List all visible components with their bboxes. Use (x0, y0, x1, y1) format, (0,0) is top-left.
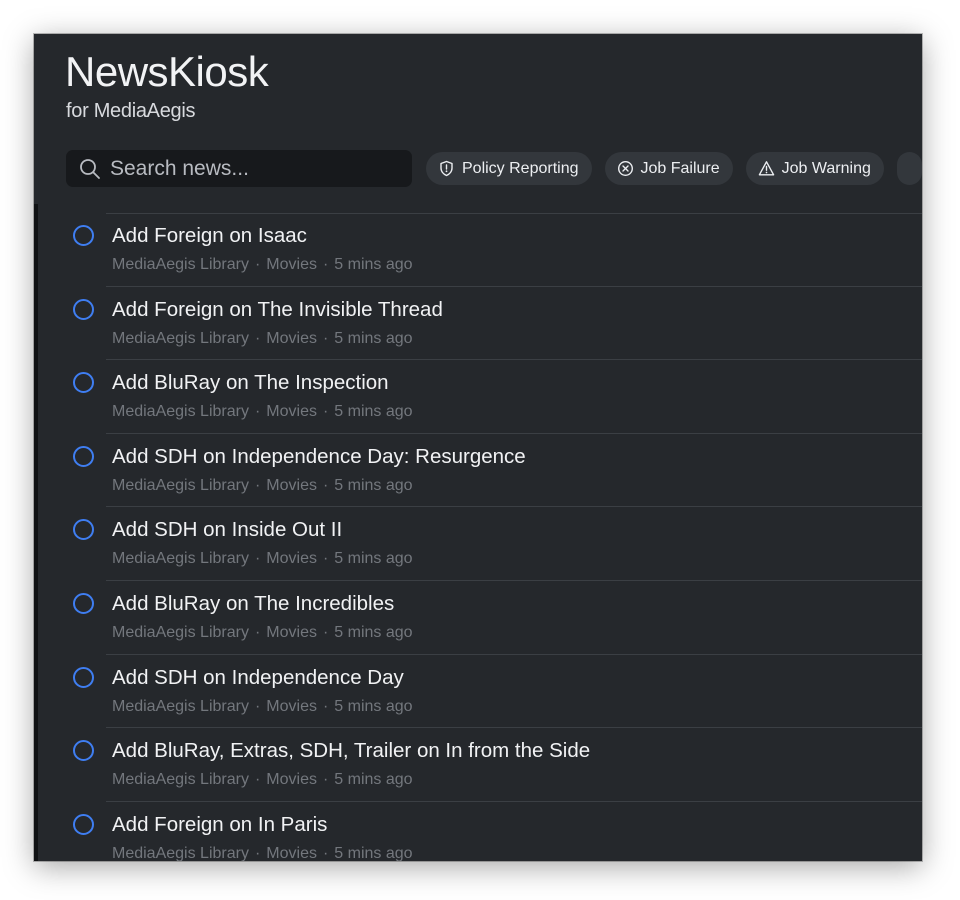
filter-chip-job-warning[interactable]: Job Warning (745, 152, 884, 185)
filter-chip-label: Job Warning (781, 159, 871, 177)
news-item[interactable]: Add SDH on Independence Day MediaAegis L… (73, 655, 922, 729)
filter-chip-label: Job Failure (640, 159, 720, 177)
app-subtitle: for MediaAegis (66, 100, 196, 122)
circle-x-icon (617, 160, 633, 177)
search-box[interactable] (66, 150, 412, 187)
news-item-title: Add SDH on Independence Day: Resurgence (112, 444, 526, 468)
news-item-time: 5 mins ago (334, 476, 413, 494)
news-item-category: Movies (266, 329, 317, 347)
news-item[interactable]: Add Foreign on The Invisible Thread Medi… (73, 287, 922, 361)
news-item-title: Add BluRay on The Incredibles (112, 591, 395, 615)
news-item[interactable]: Add Foreign on Isaac MediaAegis Library ·… (73, 213, 922, 287)
news-item-category: Movies (266, 844, 317, 861)
news-item-title: Add Foreign on Isaac (112, 224, 307, 247)
news-item[interactable]: Add SDH on Inside Out II MediaAegis Libr… (73, 507, 922, 581)
search-icon (80, 158, 100, 179)
news-item-time: 5 mins ago (334, 623, 413, 641)
news-item-source: MediaAegis Library (112, 329, 249, 347)
shield-alert-icon (440, 160, 453, 177)
list-item-partial (106, 204, 922, 214)
app-title: NewsKiosk (65, 48, 269, 95)
news-item-source: MediaAegis Library (112, 771, 249, 789)
news-item-category: Movies (266, 256, 317, 273)
news-item-time: 5 mins ago (334, 771, 413, 789)
news-item-time: 5 mins ago (334, 403, 413, 421)
news-item-category: Movies (266, 623, 317, 641)
news-item-meta: MediaAegis Library · Movies · 5 mins ago (112, 844, 413, 861)
news-item-time: 5 mins ago (334, 550, 413, 568)
news-item-category: Movies (266, 550, 317, 568)
news-item-source: MediaAegis Library (112, 623, 249, 641)
warning-triangle-icon (758, 161, 774, 176)
news-item-source: MediaAegis Library (112, 256, 249, 273)
news-item-time: 5 mins ago (334, 329, 413, 347)
news-item-source: MediaAegis Library (112, 550, 249, 568)
unread-indicator-icon[interactable] (73, 372, 94, 394)
unread-indicator-icon[interactable] (73, 519, 94, 541)
filter-chips: Policy Reporting Job Failure Job Warning (426, 152, 922, 185)
filter-chip-policy-reporting[interactable]: Policy Reporting (426, 152, 592, 185)
news-item-time: 5 mins ago (334, 697, 413, 715)
search-input[interactable] (110, 156, 400, 181)
news-item-category: Movies (266, 403, 317, 421)
news-item-category: Movies (266, 697, 317, 715)
filter-chip-label: Policy Reporting (462, 159, 579, 177)
news-item-title: Add SDH on Inside Out II (112, 518, 343, 542)
news-item-meta: MediaAegis Library · Movies · 5 mins ago (112, 697, 413, 715)
news-item[interactable]: Add BluRay on The Inspection MediaAegis … (73, 360, 922, 434)
news-item[interactable]: Add BluRay on The Incredibles MediaAegis… (73, 581, 922, 655)
news-item-meta: MediaAegis Library · Movies · 5 mins ago (112, 403, 413, 421)
news-item[interactable]: Add Foreign on In Paris MediaAegis Libra… (73, 802, 922, 861)
unread-indicator-icon[interactable] (73, 298, 94, 320)
news-item-title: Add Foreign on The Invisible Thread (112, 297, 443, 321)
news-item-title: Add BluRay on The Inspection (112, 371, 389, 395)
news-item-title: Add Foreign on In Paris (112, 812, 328, 836)
filter-chip-job-failure[interactable]: Job Failure (604, 152, 733, 185)
news-item-category: Movies (266, 476, 317, 494)
news-item-source: MediaAegis Library (112, 844, 249, 861)
news-item-meta: MediaAegis Library · Movies · 5 mins ago (112, 329, 413, 347)
news-item-meta: MediaAegis Library · Movies · 5 mins ago (112, 256, 413, 273)
unread-indicator-icon[interactable] (73, 740, 94, 762)
news-item-time: 5 mins ago (334, 256, 413, 273)
unread-indicator-icon[interactable] (73, 445, 94, 467)
news-item-source: MediaAegis Library (112, 697, 249, 715)
unread-indicator-icon[interactable] (73, 813, 94, 835)
news-item-meta: MediaAegis Library · Movies · 5 mins ago (112, 623, 413, 641)
news-item-source: MediaAegis Library (112, 476, 249, 494)
news-item-time: 5 mins ago (334, 844, 413, 861)
unread-indicator-icon[interactable] (73, 666, 94, 688)
news-item-title: Add BluRay, Extras, SDH, Trailer on In f… (112, 739, 591, 763)
news-item[interactable]: Add SDH on Independence Day: Resurgence … (73, 434, 922, 508)
news-list: Add Foreign on Isaac MediaAegis Library ·… (34, 213, 922, 861)
news-item-category: Movies (266, 771, 317, 789)
unread-indicator-icon[interactable] (73, 225, 94, 246)
news-item-meta: MediaAegis Library · Movies · 5 mins ago (112, 550, 413, 568)
news-item-title: Add SDH on Independence Day (112, 665, 404, 689)
unread-indicator-icon[interactable] (73, 592, 94, 614)
app-window: NewsKiosk for MediaAegis Policy Reportin… (34, 34, 922, 861)
news-item[interactable]: Add BluRay, Extras, SDH, Trailer on In f… (73, 728, 922, 802)
header: NewsKiosk for MediaAegis Policy Reportin… (34, 34, 922, 204)
news-item-meta: MediaAegis Library · Movies · 5 mins ago (112, 476, 413, 494)
news-item-meta: MediaAegis Library · Movies · 5 mins ago (112, 771, 413, 789)
news-item-source: MediaAegis Library (112, 403, 249, 421)
filter-chip-more[interactable] (896, 152, 922, 185)
